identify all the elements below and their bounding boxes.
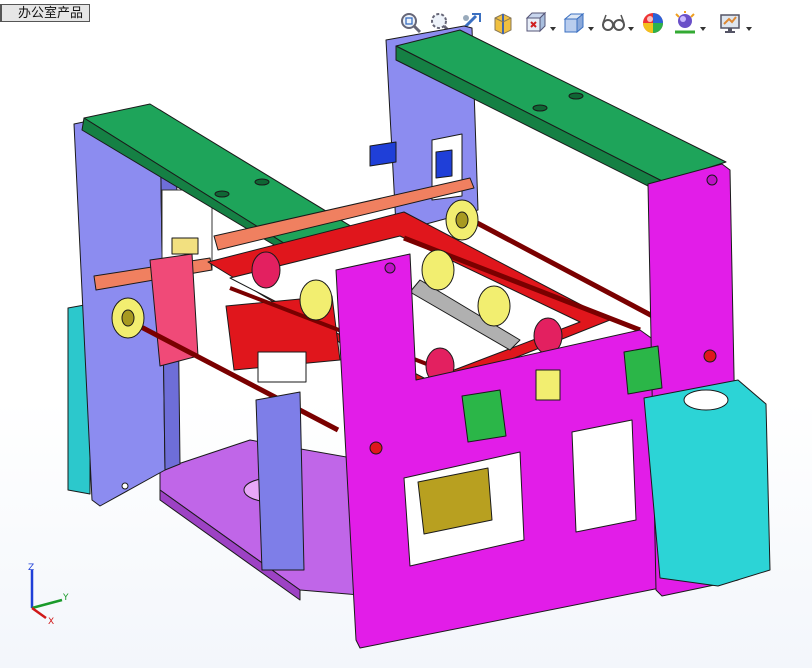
y-axis-icon: [31, 598, 63, 610]
coordinate-triad: Z Y X: [18, 560, 78, 627]
right-air-cylinder: [643, 379, 771, 587]
triad-x-label: X: [48, 617, 54, 626]
model-viewport[interactable]: [0, 0, 812, 668]
triad-z-label: Z: [28, 563, 34, 573]
machine-assembly: [67, 25, 771, 649]
x-axis-icon: [31, 606, 47, 620]
lavender-post: [255, 391, 305, 571]
triad-y-label: Y: [62, 593, 69, 603]
